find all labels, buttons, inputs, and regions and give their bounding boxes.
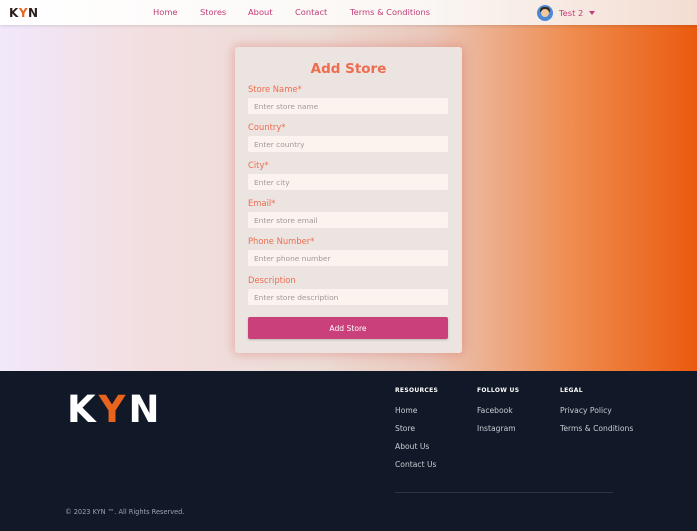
footer-link-privacy-policy[interactable]: Privacy Policy — [560, 406, 612, 415]
footer-heading-legal: LEGAL — [560, 387, 583, 394]
footer: KYN RESOURCES Home Store About Us Contac… — [0, 371, 697, 531]
nav-link-terms[interactable]: Terms & Conditions — [350, 7, 430, 17]
add-store-form: Add Store Store Name* Country* City* Ema… — [235, 47, 462, 353]
store-name-input[interactable] — [248, 98, 448, 114]
footer-divider — [395, 492, 613, 493]
nav-link-about[interactable]: About — [248, 7, 273, 17]
footer-link-about-us[interactable]: About Us — [395, 442, 429, 451]
phone-number-input[interactable] — [248, 250, 448, 266]
country-label: Country* — [248, 122, 286, 132]
footer-link-contact-us[interactable]: Contact Us — [395, 460, 436, 469]
footer-link-store[interactable]: Store — [395, 424, 415, 433]
footer-logo-letter-n: N — [128, 388, 163, 431]
description-label: Description — [248, 275, 296, 285]
city-input[interactable] — [248, 174, 448, 190]
logo-letter-k: K — [9, 6, 19, 20]
footer-link-home[interactable]: Home — [395, 406, 417, 415]
email-input[interactable] — [248, 212, 448, 228]
footer-link-facebook[interactable]: Facebook — [477, 406, 513, 415]
logo-letter-n: N — [28, 6, 39, 20]
footer-heading-follow-us: FOLLOW US — [477, 387, 520, 394]
user-name: Test 2 — [559, 8, 584, 18]
nav-link-stores[interactable]: Stores — [200, 7, 226, 17]
email-label: Email* — [248, 198, 276, 208]
form-title: Add Store — [310, 61, 387, 77]
user-menu[interactable]: Test 2 — [537, 5, 596, 21]
footer-logo-letter-k: K — [67, 388, 99, 431]
nav-link-home[interactable]: Home — [153, 7, 178, 17]
logo-letter-y: Y — [18, 6, 29, 20]
footer-logo[interactable]: KYN — [67, 388, 162, 431]
navbar: KYN Home Stores About Contact Terms & Co… — [0, 0, 697, 25]
description-input[interactable] — [248, 289, 448, 305]
brand-logo[interactable]: KYN — [9, 6, 39, 20]
country-input[interactable] — [248, 136, 448, 152]
avatar — [537, 5, 553, 21]
footer-logo-letter-y: Y — [98, 388, 129, 431]
footer-link-terms[interactable]: Terms & Conditions — [560, 424, 633, 433]
copyright: © 2023 KYN ™. All Rights Reserved. — [65, 508, 185, 516]
footer-link-instagram[interactable]: Instagram — [477, 424, 516, 433]
phone-number-label: Phone Number* — [248, 236, 315, 246]
city-label: City* — [248, 160, 269, 170]
footer-heading-resources: RESOURCES — [395, 387, 439, 394]
add-store-button[interactable]: Add Store — [248, 317, 448, 339]
store-name-label: Store Name* — [248, 84, 302, 94]
main-section: KYN Home Stores About Contact Terms & Co… — [0, 0, 697, 371]
nav-link-contact[interactable]: Contact — [295, 7, 327, 17]
avatar-face — [541, 9, 549, 17]
chevron-down-icon — [589, 11, 596, 15]
